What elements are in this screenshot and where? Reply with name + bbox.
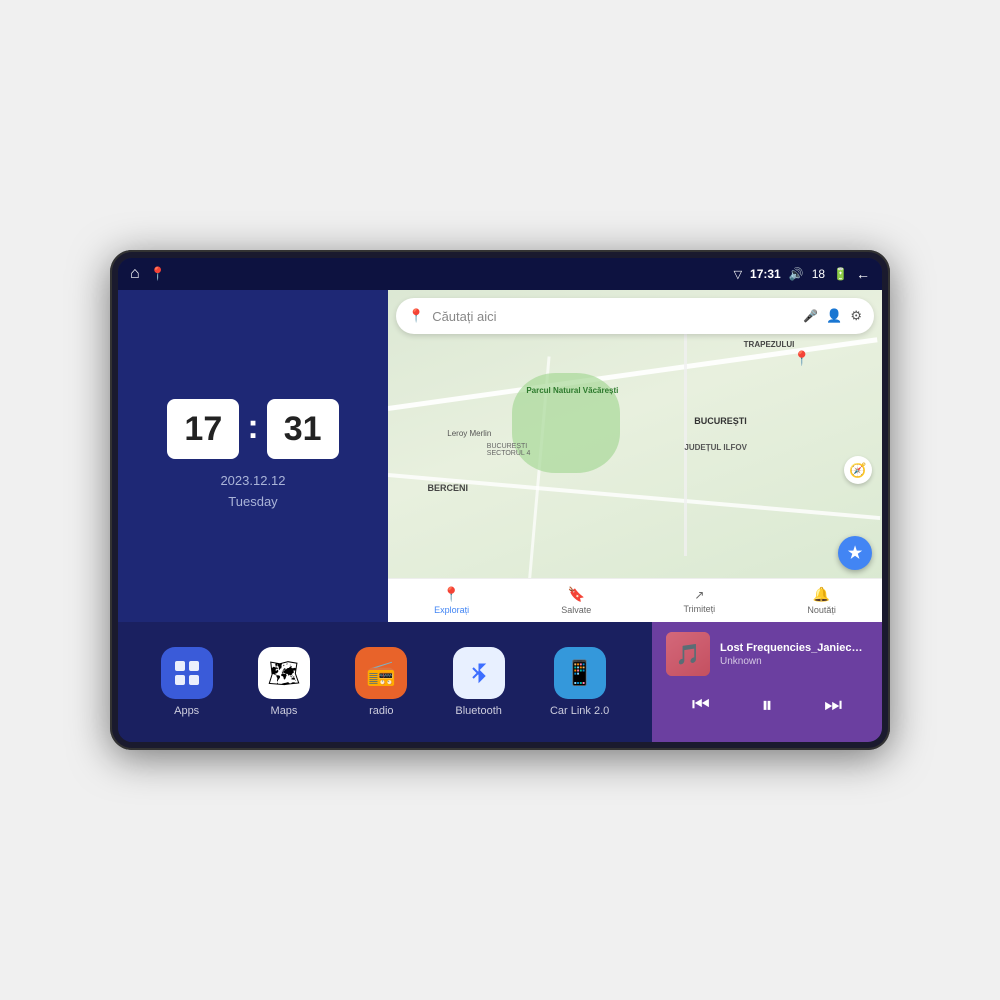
map-zoom-fab[interactable]: ★: [838, 536, 872, 570]
app-icon-radio: 📻: [355, 647, 407, 699]
map-label-berceni: BERCENI: [428, 483, 469, 493]
map-nav-news[interactable]: 🔔 Noutăți: [807, 586, 836, 615]
map-label-ilfov: JUDEȚUL ILFOV: [684, 443, 747, 452]
bottom-section: Apps 🗺 Maps 📻 radio: [118, 622, 882, 742]
volume-icon[interactable]: 🔊: [789, 267, 804, 281]
main-content: 17 : 31 2023.12.12 Tuesday: [118, 290, 882, 742]
battery-icon: 🔋: [833, 267, 848, 281]
map-settings-icon[interactable]: ⚙: [850, 308, 862, 324]
map-compass[interactable]: 🧭: [844, 456, 872, 484]
app-icon-carlink: 📱: [554, 647, 606, 699]
app-icon-bluetooth: [453, 647, 505, 699]
top-section: 17 : 31 2023.12.12 Tuesday: [118, 290, 882, 622]
map-background: BUCUREȘTI JUDEȚUL ILFOV Parcul Natural V…: [388, 290, 882, 622]
map-nav-send[interactable]: ↗ Trimiteți: [684, 588, 716, 614]
map-explore-icon: 📍: [443, 586, 460, 603]
clock-minute: 31: [267, 399, 339, 459]
device-screen: ⌂ 📍 ▽ 17:31 🔊 18 🔋 ← 17 :: [118, 258, 882, 742]
music-player: 🎵 Lost Frequencies_Janieck Devy-... Unkn…: [652, 622, 882, 742]
app-label-radio: radio: [369, 705, 393, 717]
map-explore-label: Explorați: [434, 605, 469, 615]
clock-date: 2023.12.12 Tuesday: [220, 471, 285, 513]
app-item-maps[interactable]: 🗺 Maps: [258, 647, 310, 717]
apps-section: Apps 🗺 Maps 📻 radio: [118, 622, 652, 742]
music-track-info: 🎵 Lost Frequencies_Janieck Devy-... Unkn…: [666, 632, 868, 676]
location-icon: ▽: [734, 268, 742, 281]
app-icon-apps: [161, 647, 213, 699]
map-nav-explore[interactable]: 📍 Explorați: [434, 586, 469, 615]
music-prev-button[interactable]: ⏮: [684, 690, 718, 721]
clock-day-value: Tuesday: [220, 492, 285, 513]
music-next-button[interactable]: ⏭: [816, 690, 850, 721]
map-label-leroy: Leroy Merlin: [447, 429, 491, 438]
map-search-bar[interactable]: 📍 Căutați aici 🎤 👤 ⚙: [396, 298, 874, 334]
music-album-art: 🎵: [666, 632, 710, 676]
app-item-bluetooth[interactable]: Bluetooth: [453, 647, 505, 717]
app-label-bluetooth: Bluetooth: [455, 705, 501, 717]
music-artist: Unknown: [720, 656, 868, 667]
map-send-icon: ↗: [694, 588, 704, 602]
map-voice-icon[interactable]: 🎤: [803, 309, 818, 323]
music-title: Lost Frequencies_Janieck Devy-...: [720, 642, 868, 654]
app-icon-maps: 🗺: [258, 647, 310, 699]
status-right: ▽ 17:31 🔊 18 🔋 ←: [734, 266, 870, 282]
clock-display: 17 : 31: [167, 399, 338, 459]
map-label-bucuresti: BUCUREȘTI: [694, 416, 747, 426]
map-search-placeholder[interactable]: Căutați aici: [432, 309, 795, 324]
map-bottom-nav: 📍 Explorați 🔖 Salvate ↗ Trimiteți 🔔: [388, 578, 882, 622]
app-label-apps: Apps: [174, 705, 199, 717]
map-saved-label: Salvate: [561, 605, 591, 615]
map-location-pin: 📍: [793, 350, 810, 367]
app-item-radio[interactable]: 📻 radio: [355, 647, 407, 717]
map-news-label: Noutăți: [807, 605, 836, 615]
map-label-parc: Parcul Natural Văcărești: [526, 386, 618, 395]
map-nav-saved[interactable]: 🔖 Salvate: [561, 586, 591, 615]
map-news-icon: 🔔: [813, 586, 830, 603]
app-item-carlink[interactable]: 📱 Car Link 2.0: [550, 647, 609, 717]
app-label-maps: Maps: [271, 705, 298, 717]
maps-status-icon[interactable]: 📍: [150, 266, 166, 282]
signal-strength: 18: [812, 267, 825, 281]
car-display-device: ⌂ 📍 ▽ 17:31 🔊 18 🔋 ← 17 :: [110, 250, 890, 750]
clock-hour: 17: [167, 399, 239, 459]
app-item-apps[interactable]: Apps: [161, 647, 213, 717]
map-send-label: Trimiteți: [684, 604, 716, 614]
app-label-carlink: Car Link 2.0: [550, 705, 609, 717]
music-play-button[interactable]: ⏸: [753, 688, 780, 722]
map-label-sector4: BUCUREȘTISECTORUL 4: [487, 443, 531, 457]
status-left: ⌂ 📍: [130, 265, 166, 283]
status-bar: ⌂ 📍 ▽ 17:31 🔊 18 🔋 ←: [118, 258, 882, 290]
clock-colon: :: [247, 408, 258, 447]
status-time: 17:31: [750, 267, 781, 281]
home-icon[interactable]: ⌂: [130, 265, 140, 283]
map-widget[interactable]: BUCUREȘTI JUDEȚUL ILFOV Parcul Natural V…: [388, 290, 882, 622]
music-text: Lost Frequencies_Janieck Devy-... Unknow…: [720, 642, 868, 667]
map-search-pin-icon: 📍: [408, 308, 424, 324]
clock-date-value: 2023.12.12: [220, 471, 285, 492]
map-label-trapezului: TRAPEZULUI: [744, 340, 795, 349]
map-account-icon[interactable]: 👤: [826, 308, 842, 324]
map-saved-icon: 🔖: [568, 586, 585, 603]
music-controls: ⏮ ⏸ ⏭: [666, 688, 868, 722]
back-button[interactable]: ←: [856, 266, 870, 282]
clock-widget: 17 : 31 2023.12.12 Tuesday: [118, 290, 388, 622]
